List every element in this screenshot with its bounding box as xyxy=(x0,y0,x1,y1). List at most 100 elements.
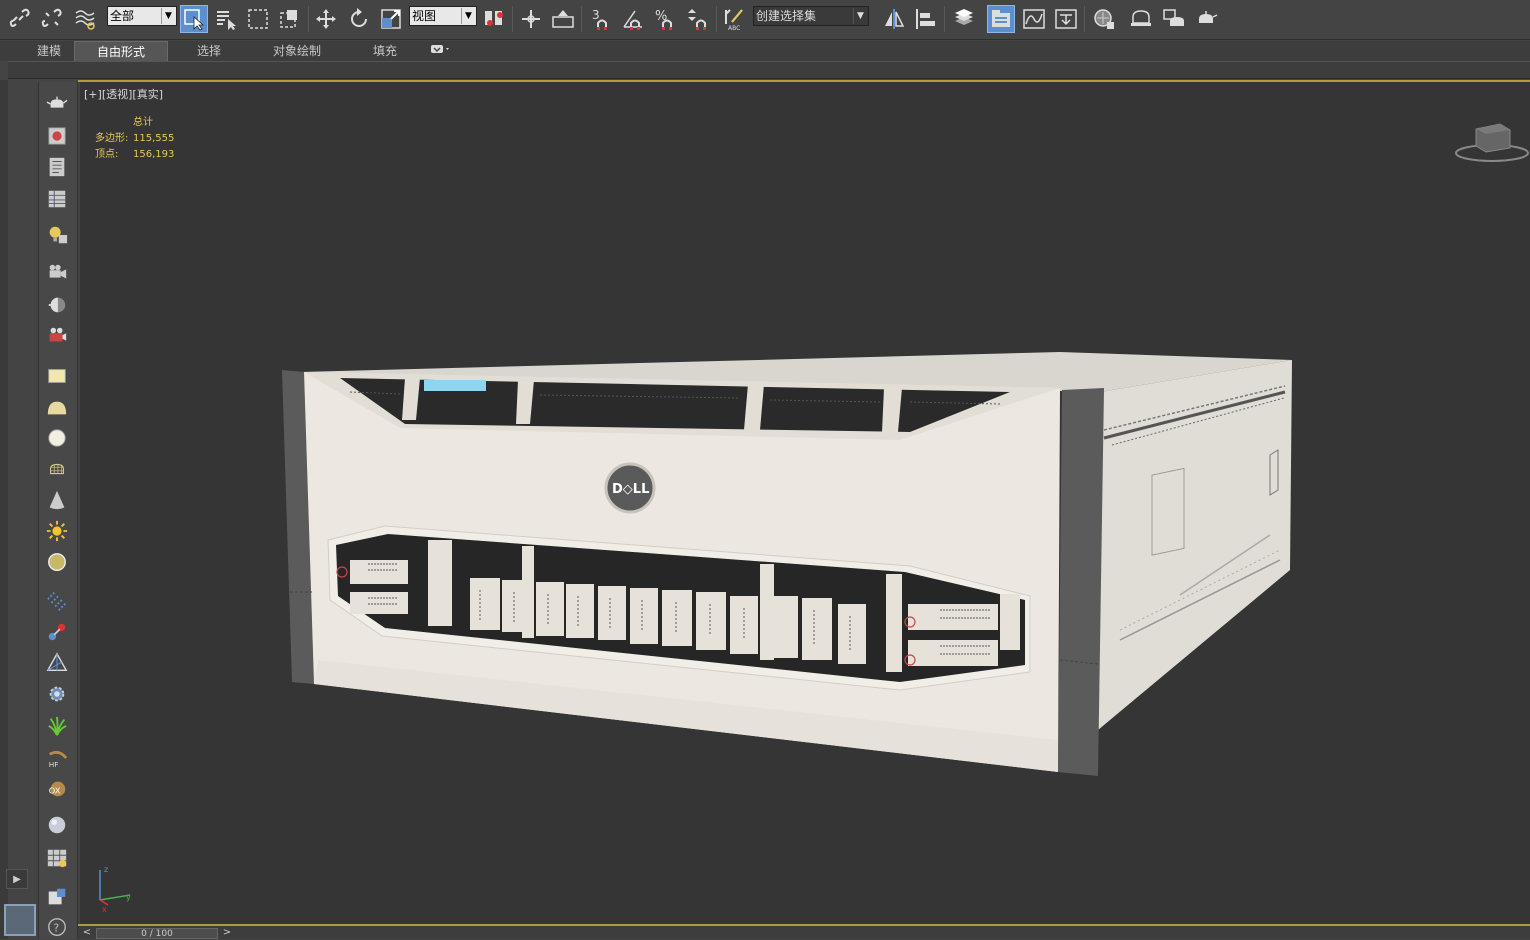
plane-icon[interactable] xyxy=(44,363,70,389)
logo-text: D◇LL xyxy=(612,482,649,497)
ribbon-options-icon[interactable] xyxy=(424,41,456,61)
viewport-menu-view[interactable]: [透视] xyxy=(102,88,133,101)
schematic-view-icon[interactable] xyxy=(1052,5,1080,33)
move-icon[interactable] xyxy=(312,5,340,33)
teapot-icon[interactable] xyxy=(44,91,70,117)
play-icon[interactable]: ▶ xyxy=(6,869,28,889)
svg-text:?: ? xyxy=(53,922,59,935)
rotate-icon[interactable] xyxy=(345,5,373,33)
polygons-label: 多边形: xyxy=(95,133,129,144)
angle-snap-icon[interactable] xyxy=(619,5,647,33)
viewport-label[interactable]: [+][透视][真实] xyxy=(84,86,163,102)
spinner-snap-icon[interactable] xyxy=(683,5,711,33)
layer-manager-icon[interactable] xyxy=(950,5,978,33)
tab-freeform[interactable]: 自由形式 xyxy=(74,41,168,61)
select-object-icon[interactable] xyxy=(180,5,208,33)
axis-tripod-icon: z y x xyxy=(99,865,131,914)
render-setup-icon[interactable] xyxy=(1127,5,1155,33)
dynamics-icon[interactable] xyxy=(44,323,70,349)
tab-label: 自由形式 xyxy=(96,45,145,59)
select-by-name-icon[interactable] xyxy=(212,5,240,33)
render-frame-icon[interactable] xyxy=(44,123,70,149)
scene-statistics: 总计 多边形: 115,555 顶点: 156,193 xyxy=(95,115,174,163)
curve-editor-icon[interactable] xyxy=(1020,5,1048,33)
viewport-layout-button[interactable] xyxy=(4,904,36,936)
next-frame-button[interactable]: > xyxy=(220,926,234,939)
svg-text:3: 3 xyxy=(592,8,600,22)
vertices-value: 156,193 xyxy=(133,149,175,160)
manipulate-icon[interactable] xyxy=(517,5,545,33)
table-icon[interactable] xyxy=(44,186,70,212)
time-slider-track[interactable] xyxy=(78,926,1530,939)
reference-coord-dropdown[interactable]: 视图 ▼ xyxy=(409,6,477,26)
hair-icon[interactable]: HF xyxy=(44,745,70,771)
ribbon: 建模 自由形式 选择 对象绘制 填充 xyxy=(0,41,1530,61)
pivot-icon[interactable] xyxy=(480,5,508,33)
tab-modeling[interactable]: 建模 xyxy=(28,41,70,61)
viewcube-icon xyxy=(1455,123,1529,162)
axis-y-label: y xyxy=(126,893,131,902)
sphere-icon[interactable] xyxy=(44,425,70,451)
keyboard-shortcut-icon[interactable] xyxy=(549,5,577,33)
tab-label: 选择 xyxy=(196,44,221,58)
camera-icon[interactable] xyxy=(44,260,70,286)
help-icon[interactable]: ? xyxy=(44,914,70,940)
material-editor-icon[interactable] xyxy=(1090,5,1118,33)
axis-z-label: z xyxy=(104,865,108,874)
bone-icon[interactable] xyxy=(44,619,70,645)
unlink-icon[interactable] xyxy=(38,5,66,33)
time-slider-thumb[interactable]: 0 / 100 xyxy=(96,928,218,939)
tab-label: 对象绘制 xyxy=(272,44,321,58)
scale-icon[interactable] xyxy=(377,5,405,33)
link-icon[interactable] xyxy=(6,5,34,33)
chevron-down-icon: ▼ xyxy=(853,8,867,24)
light-icon[interactable] xyxy=(44,222,70,248)
sun-icon[interactable] xyxy=(44,518,70,544)
named-selection-set-dropdown[interactable]: 创建选择集 ▼ xyxy=(753,6,869,26)
grass-icon[interactable] xyxy=(44,713,70,739)
particle-icon[interactable] xyxy=(44,588,70,614)
viewport-menu-plus[interactable]: [+] xyxy=(84,88,102,101)
selection-filter-dropdown[interactable]: 全部 ▼ xyxy=(107,6,177,26)
selection-filter-value: 全部 xyxy=(110,9,135,23)
tab-selection[interactable]: 选择 xyxy=(186,41,232,61)
svg-text:ABC: ABC xyxy=(728,25,740,31)
rect-selection-icon[interactable] xyxy=(244,5,272,33)
align-icon[interactable] xyxy=(912,5,940,33)
ball-icon[interactable] xyxy=(44,812,70,838)
tab-object-paint[interactable]: 对象绘制 xyxy=(262,41,332,61)
cone-icon[interactable] xyxy=(44,487,70,513)
material-icon[interactable] xyxy=(44,845,70,871)
chevron-down-icon: ▼ xyxy=(161,8,175,24)
stats-header: 总计 xyxy=(133,117,153,128)
sheet-icon[interactable] xyxy=(44,154,70,180)
ox-icon[interactable]: OX xyxy=(44,776,70,802)
hemisphere-icon[interactable] xyxy=(44,395,70,421)
tab-populate[interactable]: 填充 xyxy=(362,41,408,61)
snap-icon[interactable]: 3 xyxy=(586,5,614,33)
main-toolbar: 全部 ▼ 视图 ▼ 3 % ABC 创建选择集 ▼ xyxy=(0,0,1530,40)
polygons-value: 115,555 xyxy=(133,133,175,144)
ribbon-panel xyxy=(8,61,1530,79)
render-frame-icon[interactable] xyxy=(1160,5,1188,33)
svg-text:HF: HF xyxy=(49,760,59,769)
chevron-down-icon: ▼ xyxy=(461,8,475,24)
viewport-menu-shading[interactable]: [真实] xyxy=(132,88,163,101)
teapot-wire-icon[interactable] xyxy=(44,456,70,482)
scene-explorer-icon[interactable] xyxy=(987,5,1015,33)
script-icon[interactable] xyxy=(44,884,70,910)
svg-text:OX: OX xyxy=(49,786,61,796)
helper-icon[interactable] xyxy=(44,650,70,676)
window-crossing-icon[interactable] xyxy=(276,5,304,33)
gear-icon[interactable] xyxy=(44,681,70,707)
server-model[interactable]: D◇LL z y x xyxy=(80,82,1530,924)
skylight-icon[interactable] xyxy=(44,549,70,575)
mirror-icon[interactable] xyxy=(880,5,908,33)
edit-named-sets-icon[interactable]: ABC xyxy=(720,5,748,33)
percent-snap-icon[interactable]: % xyxy=(651,5,679,33)
render-icon[interactable] xyxy=(1193,5,1221,33)
bind-spacewarp-icon[interactable] xyxy=(71,5,99,33)
half-sphere-icon[interactable] xyxy=(44,292,70,318)
prev-frame-button[interactable]: < xyxy=(80,926,94,939)
left-edge-strip xyxy=(0,80,8,939)
